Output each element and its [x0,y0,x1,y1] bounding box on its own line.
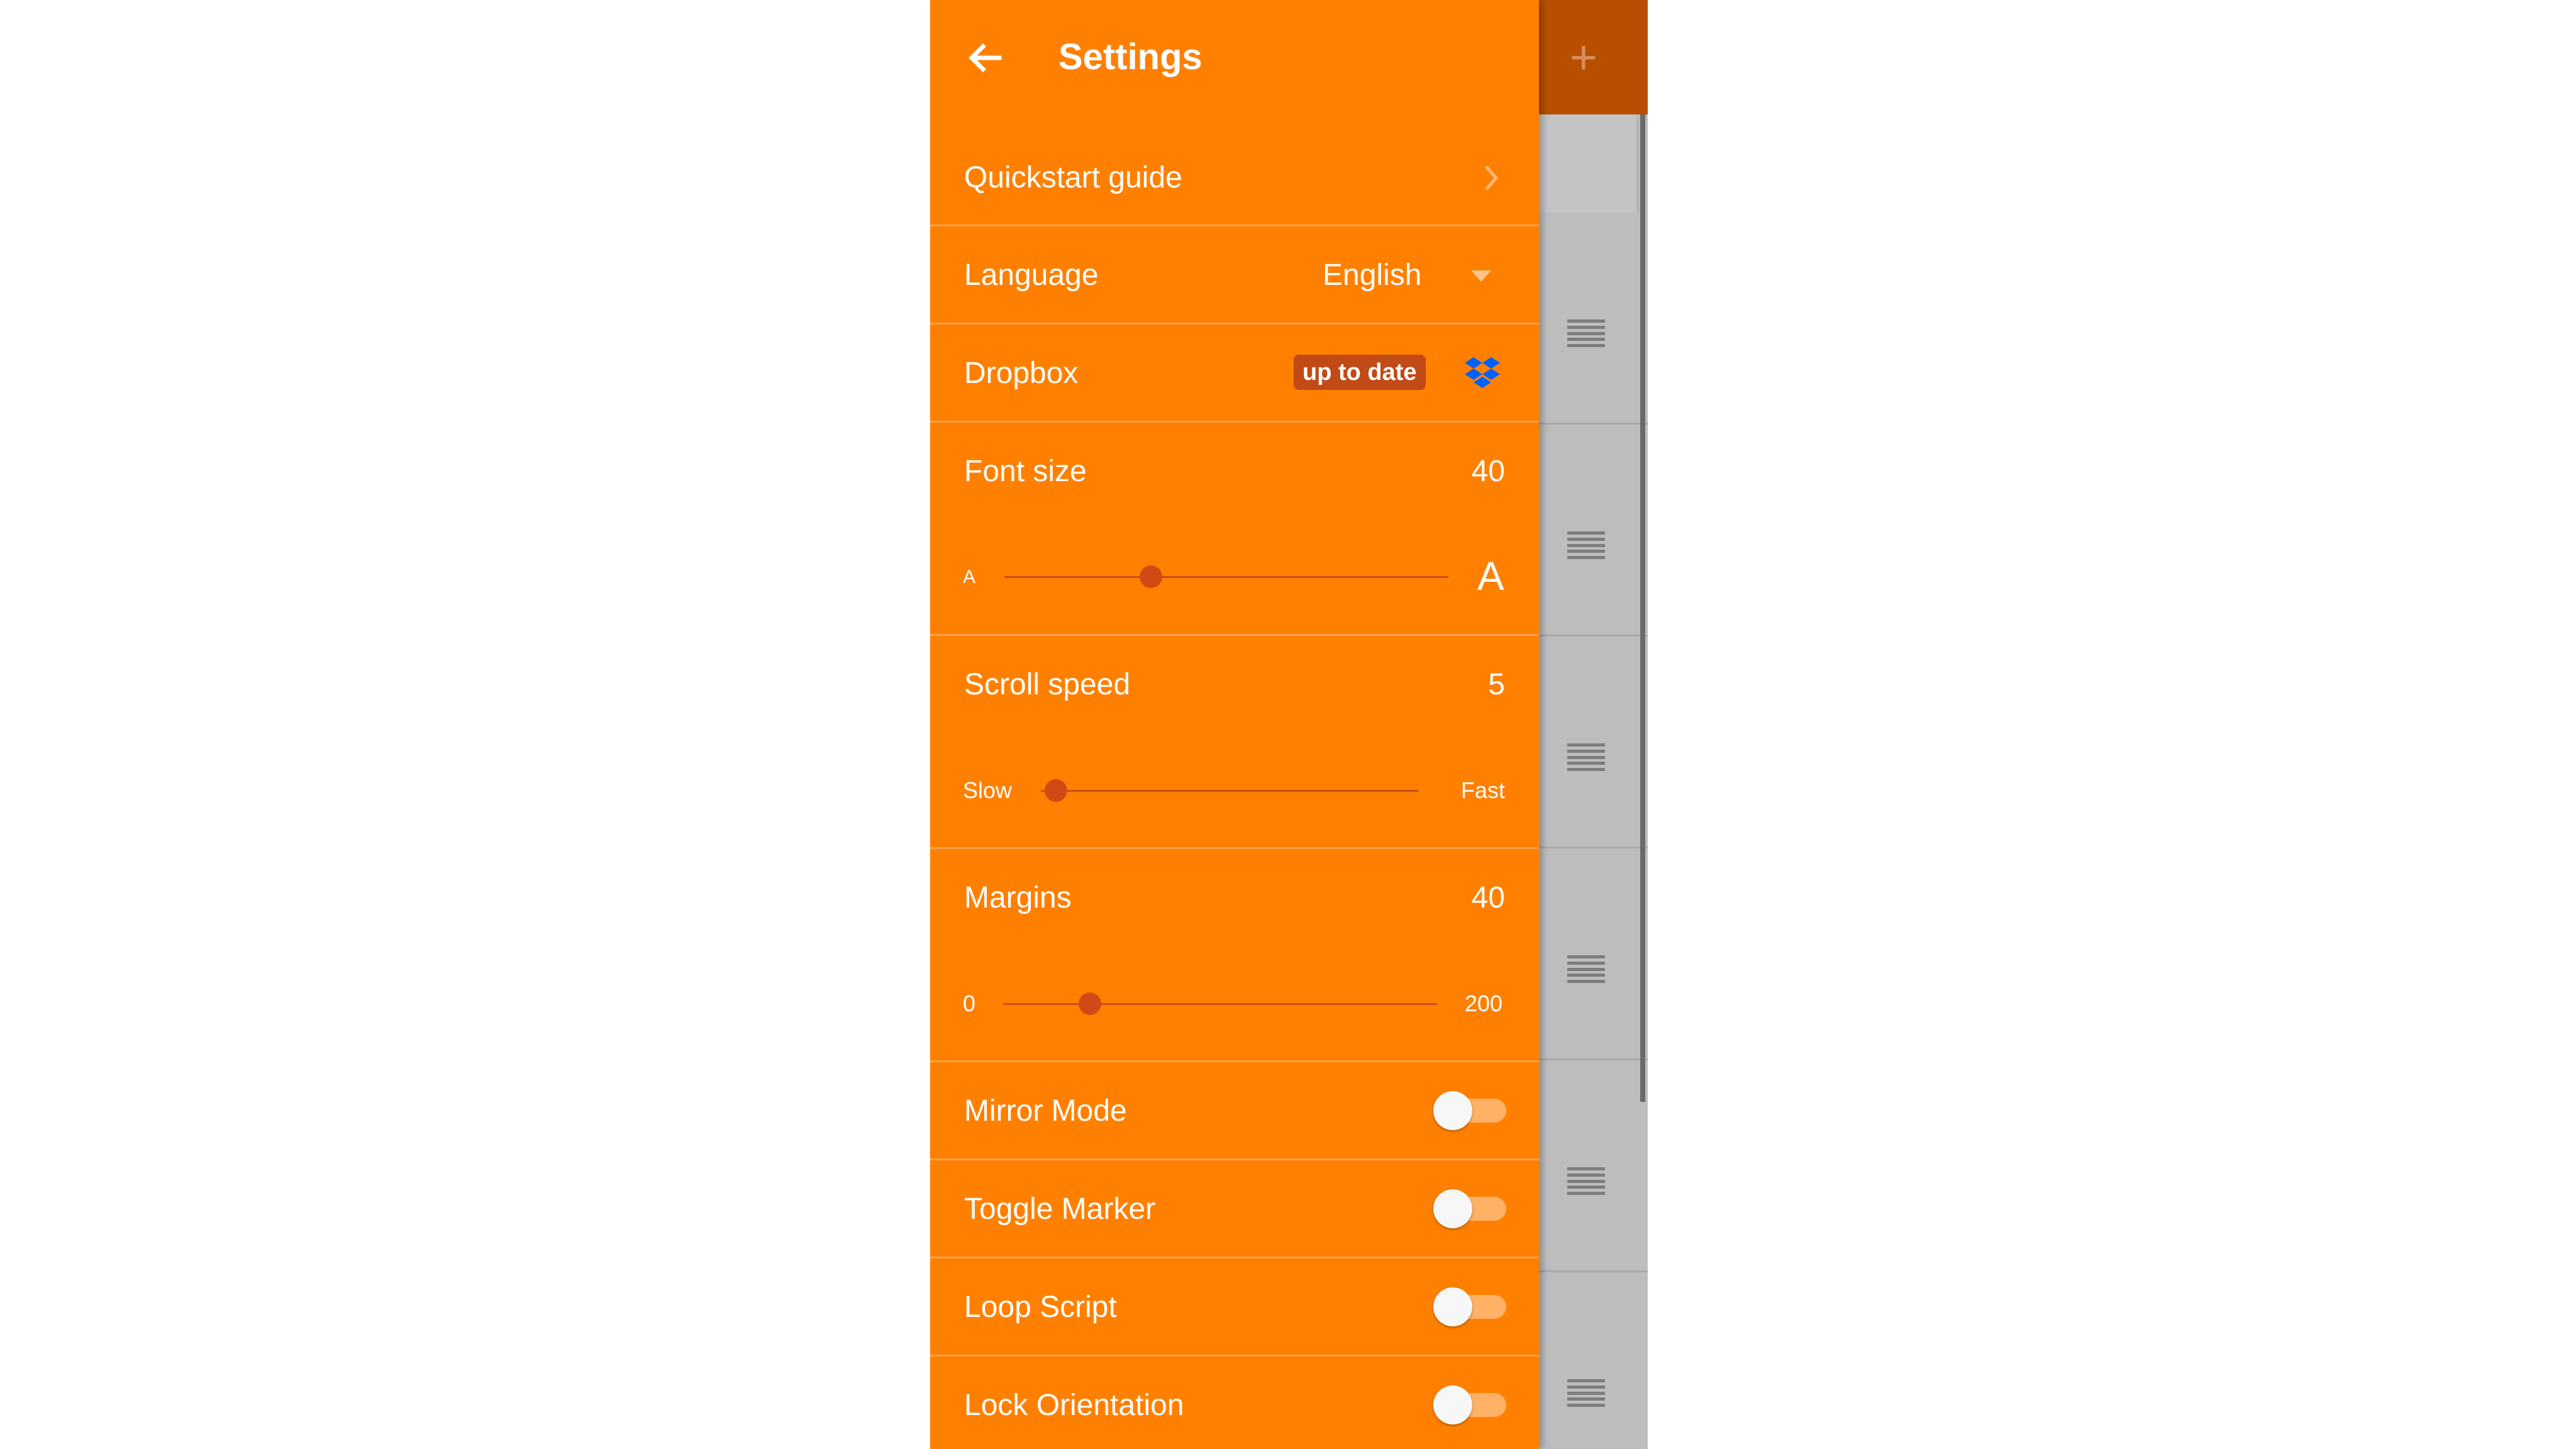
font-size-label: Font size [964,455,1087,488]
toggle-knob[interactable] [1433,1189,1472,1228]
arrow-left-icon [969,43,1002,72]
toggle-knob[interactable] [1433,1091,1472,1130]
language-label: Language [964,258,1099,292]
margins-min-label: 0 [963,991,976,1016]
scroll-speed-max-label: Fast [1461,777,1506,803]
slider-thumb[interactable] [1045,779,1067,802]
drag-handle-icon[interactable] [1567,1379,1605,1407]
margins-item: Margins 40 0 200 [930,849,1539,1062]
font-size-value: 40 [1471,455,1505,488]
quickstart-guide-item[interactable]: Quickstart guide [930,132,1539,226]
toggle-knob[interactable] [1433,1287,1472,1326]
screen: + Settings Quickstart guide Language Eng… [0,0,2576,1449]
scroll-speed-min-label: Slow [963,777,1013,803]
margins-slider[interactable] [1003,991,1437,1016]
drag-handle-icon[interactable] [1567,531,1605,559]
language-item[interactable]: Language English [930,226,1539,325]
scroll-speed-slider[interactable] [1041,778,1418,803]
dropdown-arrow-icon[interactable] [1468,267,1494,286]
mirror-mode-item[interactable]: Mirror Mode [930,1062,1539,1160]
slider-track[interactable] [1041,790,1418,792]
quickstart-label: Quickstart guide [964,161,1182,194]
back-button[interactable] [960,33,1011,83]
dropbox-icon[interactable] [1462,352,1502,392]
lock-orientation-label: Lock Orientation [964,1389,1184,1422]
drag-handle-icon[interactable] [1567,743,1605,771]
loop-script-label: Loop Script [964,1291,1117,1324]
margins-label: Margins [964,881,1072,914]
drag-handle-icon[interactable] [1567,319,1605,347]
toggle-knob[interactable] [1433,1385,1472,1424]
mirror-mode-label: Mirror Mode [964,1094,1127,1128]
lock-orientation-toggle[interactable] [1433,1385,1509,1424]
loop-script-item[interactable]: Loop Script [930,1258,1539,1357]
font-size-min-label: A [963,567,976,587]
drawer-header: Settings [930,0,1539,114]
slider-track[interactable] [1004,576,1448,578]
page-title: Settings [1058,36,1202,77]
drag-handle-icon[interactable] [1567,1167,1605,1195]
loop-script-toggle[interactable] [1433,1287,1509,1326]
scroll-speed-label: Scroll speed [964,668,1131,701]
lock-orientation-item[interactable]: Lock Orientation [930,1357,1539,1449]
slider-track[interactable] [1003,1003,1437,1005]
scroll-speed-value: 5 [1488,668,1505,701]
toggle-marker-toggle[interactable] [1433,1189,1509,1228]
sync-status-badge: up to date [1294,355,1426,390]
background-scrollbar[interactable] [1640,114,1645,1102]
mirror-mode-toggle[interactable] [1433,1091,1509,1130]
toggle-marker-item[interactable]: Toggle Marker [930,1160,1539,1258]
slider-thumb[interactable] [1139,565,1162,588]
margins-value: 40 [1471,881,1505,914]
settings-drawer: Settings Quickstart guide Language Engli… [930,0,1539,1449]
dropbox-label: Dropbox [964,357,1079,390]
font-size-max-label: A [1477,553,1504,599]
margins-max-label: 200 [1465,991,1503,1016]
font-size-item: Font size 40 A A [930,423,1539,636]
language-select[interactable]: English [1323,257,1421,294]
toggle-marker-label: Toggle Marker [964,1192,1156,1226]
slider-thumb[interactable] [1079,992,1101,1015]
chevron-right-icon [1485,165,1499,191]
dropbox-item[interactable]: Dropbox up to date [930,325,1539,423]
drag-handle-icon[interactable] [1567,955,1605,983]
plus-icon[interactable]: + [1562,33,1606,83]
scroll-speed-item: Scroll speed 5 Slow Fast [930,636,1539,849]
font-size-slider[interactable] [1004,564,1448,589]
